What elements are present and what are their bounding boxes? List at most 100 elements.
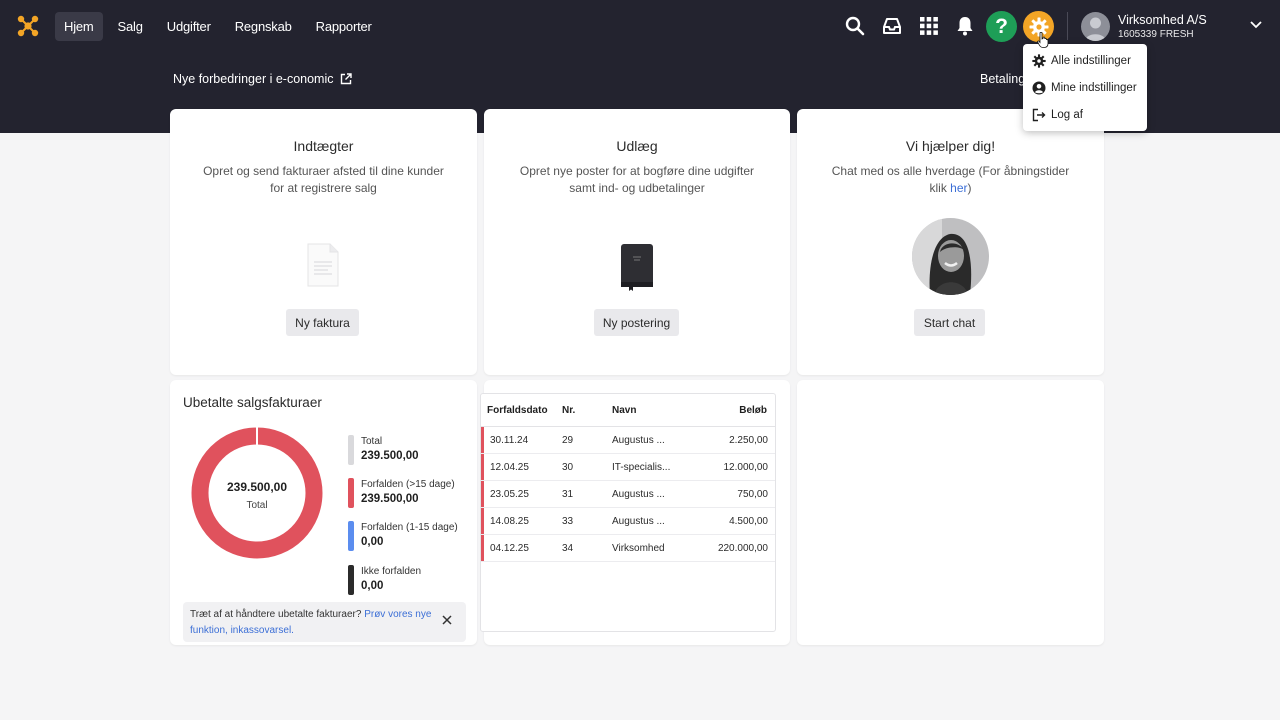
nav-item-udgifter[interactable]: Udgifter — [158, 12, 220, 41]
support-agent-photo — [912, 218, 989, 295]
menu-item-log-out[interactable]: Log af — [1023, 102, 1147, 129]
menu-item-label: Alle indstillinger — [1051, 55, 1131, 67]
search-icon[interactable] — [843, 14, 867, 38]
legend-value: 239.500,00 — [361, 493, 419, 505]
unpaid-invoices-card: Ubetalte salgsfakturaer 239.500,00 Total… — [170, 380, 477, 645]
expense-card-title: Udlæg — [616, 138, 658, 154]
table-row[interactable]: 04.12.25 34 Virksomhed 220.000,00 — [481, 535, 775, 562]
cell-number: 34 — [562, 543, 574, 554]
help-label: ? — [995, 14, 1008, 38]
column-header-due-date[interactable]: Forfaldsdato — [487, 405, 548, 416]
overdue-marker — [481, 481, 484, 507]
menu-item-all-settings[interactable]: Alle indstillinger — [1023, 48, 1147, 75]
cell-amount: 12.000,00 — [723, 462, 769, 473]
nav-item-salg[interactable]: Salg — [109, 12, 152, 41]
cell-name: Augustus ... — [612, 489, 665, 500]
legend-swatch-overdue-1-15 — [348, 521, 354, 551]
cell-date: 30.11.24 — [490, 435, 529, 446]
nav-item-hjem[interactable]: Hjem — [55, 12, 103, 41]
help-card: Vi hjælper dig! Chat med os alle hverdag… — [797, 109, 1104, 375]
new-invoice-button[interactable]: Ny faktura — [286, 309, 359, 336]
app-logo[interactable] — [16, 14, 40, 38]
unpaid-invoices-table: Forfaldsdato Nr. Navn Beløb 30.11.24 29 … — [480, 393, 776, 632]
company-switcher[interactable]: Virksomhed A/S 1605339 FRESH — [1118, 13, 1207, 40]
apps-grid-icon[interactable] — [917, 14, 941, 38]
legend-label: Total — [361, 436, 383, 447]
cell-name: IT-specialis... — [612, 462, 671, 473]
legend-label: Forfalden (1-15 dage) — [361, 522, 458, 533]
start-chat-button[interactable]: Start chat — [914, 309, 985, 336]
chevron-down-icon[interactable] — [1249, 20, 1263, 30]
legend-value: 0,00 — [361, 536, 384, 548]
unpaid-invoices-title: Ubetalte salgsfakturaer — [183, 395, 322, 410]
table-row[interactable]: 12.04.25 30 IT-specialis... 12.000,00 — [481, 454, 775, 481]
bell-icon[interactable] — [953, 14, 977, 38]
logout-icon — [1032, 108, 1046, 122]
income-card: Indtægter Opret og send fakturaer afsted… — [170, 109, 477, 375]
empty-card — [797, 380, 1104, 645]
table-header: Forfaldsdato Nr. Navn Beløb — [481, 394, 775, 427]
collection-tip-banner: Træt af at håndtere ubetalte fakturaer? … — [183, 602, 466, 642]
cell-name: Virksomhed — [612, 543, 665, 554]
nav-item-rapporter[interactable]: Rapporter — [307, 12, 381, 41]
help-card-description-suffix: ) — [967, 181, 972, 195]
donut-center: 239.500,00 Total — [189, 480, 325, 511]
table-row[interactable]: 23.05.25 31 Augustus ... 750,00 — [481, 481, 775, 508]
invoice-document-icon — [307, 243, 339, 287]
legend-label: Ikke forfalden — [361, 566, 422, 577]
inbox-icon[interactable] — [880, 14, 904, 38]
cell-date: 12.04.25 — [490, 462, 529, 473]
cell-amount: 220.000,00 — [717, 543, 768, 554]
user-circle-icon — [1032, 81, 1046, 95]
tip-text: Træt af at håndtere ubetalte fakturaer? … — [190, 607, 440, 639]
help-card-title: Vi hjælper dig! — [905, 138, 996, 154]
news-link[interactable]: Nye forbedringer i e-conomic — [173, 72, 352, 86]
help-icon[interactable]: ? — [986, 11, 1017, 42]
settings-dropdown-menu: Alle indstillinger Mine indstillinger Lo… — [1023, 44, 1147, 131]
receipt-book-icon — [621, 244, 653, 291]
legend-swatch-total — [348, 435, 354, 465]
menu-item-label: Log af — [1051, 109, 1083, 121]
opening-hours-link[interactable]: her — [950, 181, 967, 195]
income-card-title: Indtægter — [293, 138, 354, 154]
legend-label: Forfalden (>15 dage) — [361, 479, 455, 490]
external-link-icon — [340, 73, 352, 85]
new-posting-button[interactable]: Ny postering — [594, 309, 679, 336]
betaling-link[interactable]: Betaling — [980, 72, 1025, 86]
column-header-name[interactable]: Navn — [612, 405, 636, 416]
table-row[interactable]: 14.08.25 33 Augustus ... 4.500,00 — [481, 508, 775, 535]
cell-number: 31 — [562, 489, 574, 500]
avatar[interactable] — [1081, 12, 1110, 41]
column-header-number[interactable]: Nr. — [562, 405, 575, 416]
company-id: 1605339 FRESH — [1118, 29, 1194, 40]
legend-swatch-overdue-15 — [348, 478, 354, 508]
nav-divider — [1067, 12, 1068, 40]
gear-icon — [1032, 54, 1046, 68]
cell-date: 14.08.25 — [490, 516, 529, 527]
cell-name: Augustus ... — [612, 516, 665, 527]
table-row[interactable]: 30.11.24 29 Augustus ... 2.250,00 — [481, 427, 775, 454]
cell-number: 29 — [562, 435, 574, 446]
cell-number: 30 — [562, 462, 574, 473]
nav-item-regnskab[interactable]: Regnskab — [226, 12, 301, 41]
help-card-description: Chat med os alle hverdage (For åbningsti… — [827, 163, 1074, 197]
expense-card-description: Opret nye poster for at bogføre dine udg… — [519, 164, 755, 195]
cell-amount: 2.250,00 — [729, 435, 768, 446]
tip-text-body: Træt af at håndtere ubetalte fakturaer? — [190, 609, 365, 620]
mouse-cursor-icon — [1037, 32, 1049, 48]
cell-date: 04.12.25 — [490, 543, 529, 554]
cell-amount: 4.500,00 — [729, 516, 768, 527]
legend-swatch-not-due — [348, 565, 354, 595]
column-header-amount[interactable]: Beløb — [739, 405, 767, 416]
cell-name: Augustus ... — [612, 435, 665, 446]
news-link-label: Nye forbedringer i e-conomic — [173, 72, 334, 86]
legend-value: 239.500,00 — [361, 450, 419, 462]
donut-total-value: 239.500,00 — [226, 480, 288, 494]
cell-number: 33 — [562, 516, 574, 527]
menu-item-my-settings[interactable]: Mine indstillinger — [1023, 75, 1147, 102]
close-icon[interactable] — [441, 614, 453, 626]
overdue-marker — [481, 535, 484, 561]
expense-card: Udlæg Opret nye poster for at bogføre di… — [484, 109, 790, 375]
cell-amount: 750,00 — [737, 489, 768, 500]
overdue-marker — [481, 508, 484, 534]
